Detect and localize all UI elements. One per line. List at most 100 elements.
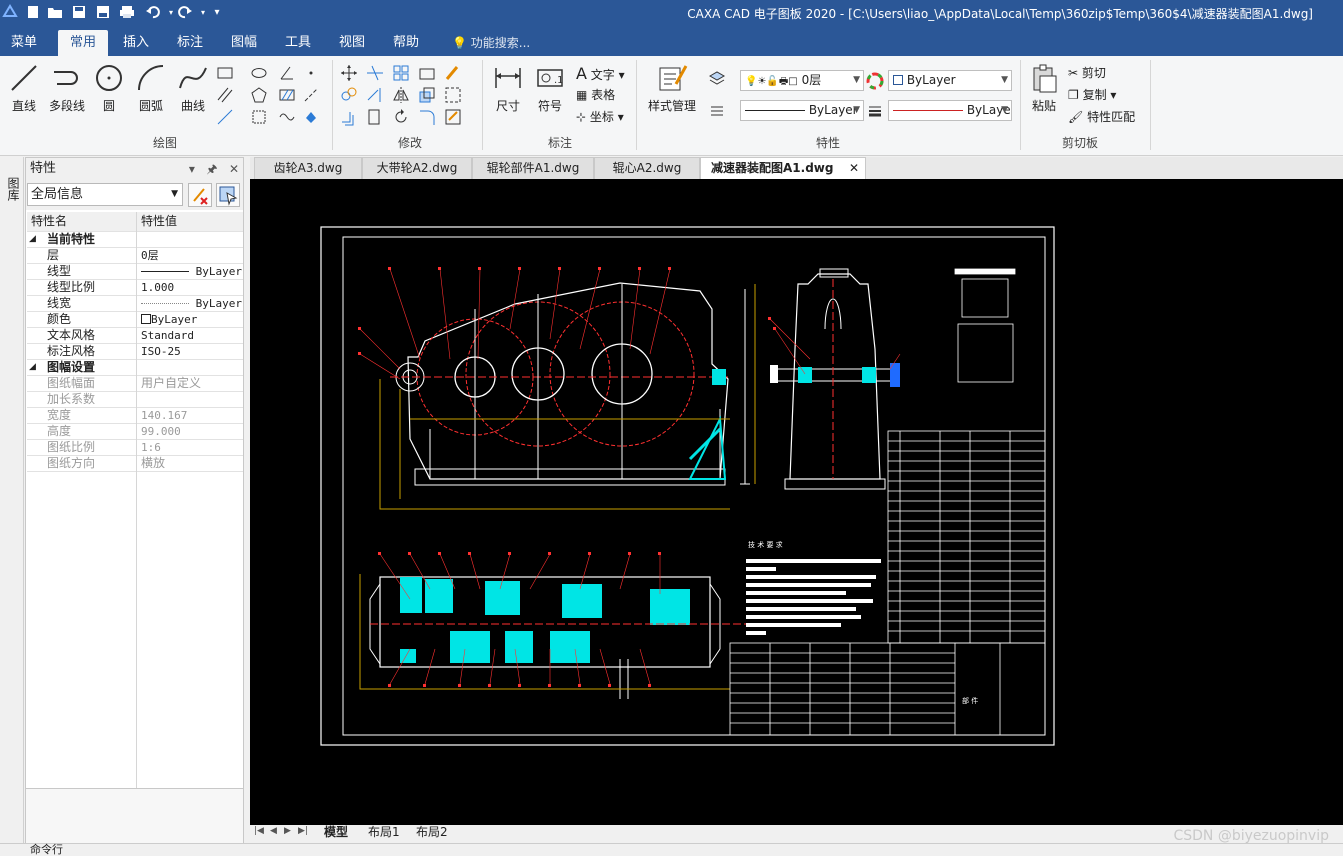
edit-block-icon[interactable]	[444, 108, 462, 126]
fillet-icon[interactable]	[418, 108, 436, 126]
collapse-icon[interactable]: ◢	[29, 232, 36, 247]
close-tab-icon[interactable]: ✕	[849, 158, 859, 179]
mirror-icon[interactable]	[392, 86, 410, 104]
close-icon[interactable]: ✕	[229, 162, 239, 176]
brush-icon[interactable]	[444, 64, 462, 82]
scale-icon[interactable]	[418, 86, 436, 104]
explode-icon[interactable]	[444, 86, 462, 104]
tab-tools[interactable]: 工具	[276, 30, 320, 56]
tab-annotate[interactable]: 标注	[168, 30, 212, 56]
tab-help[interactable]: 帮助	[384, 30, 428, 56]
curve-button[interactable]: 曲线	[174, 62, 212, 114]
pin-icon[interactable]: 🖈	[206, 162, 217, 176]
table-button[interactable]: ▦ 表格	[576, 86, 615, 103]
dimension-button[interactable]: 尺寸	[490, 62, 526, 114]
lineweight-combo[interactable]: ByLayer ▼	[888, 100, 1012, 121]
erase-icon[interactable]	[366, 108, 384, 126]
print-icon[interactable]	[118, 3, 136, 21]
tab-sheet[interactable]: 图幅	[222, 30, 266, 56]
rotate-icon[interactable]	[392, 108, 410, 126]
polyline-button[interactable]: 多段线	[46, 62, 88, 114]
prop-row-linetype-scale[interactable]: 线型比例 1.000	[27, 280, 243, 296]
group-sheet-settings[interactable]: ◢ 图幅设置	[27, 360, 243, 376]
polygon-icon[interactable]	[250, 86, 268, 104]
color-combo[interactable]: ByLayer ▼	[888, 70, 1012, 91]
layout-tab-1[interactable]: 布局1	[368, 825, 400, 841]
array-icon[interactable]	[392, 64, 410, 82]
symbol-button[interactable]: .1 符号	[532, 62, 568, 114]
angle-line-icon[interactable]	[278, 64, 296, 82]
drawing-canvas[interactable]: 技 术 要 求 部 件	[250, 179, 1343, 825]
customize-icon[interactable]: ▾	[208, 3, 226, 21]
prop-row-linetype[interactable]: 线型 ByLayer	[27, 264, 243, 280]
tab-insert[interactable]: 插入	[114, 30, 158, 56]
arc-button[interactable]: 圆弧	[132, 62, 170, 114]
layer-combo[interactable]: 💡☀🔓🖶□ 0层 ▼	[740, 70, 864, 91]
quick-select-button[interactable]	[188, 183, 212, 207]
function-search[interactable]: 💡 功能搜索...	[452, 30, 530, 56]
tab-common[interactable]: 常用	[58, 30, 108, 56]
offset-icon[interactable]	[340, 108, 358, 126]
linetype-combo[interactable]: ByLayer ▼	[740, 100, 864, 121]
prop-row-layer[interactable]: 层 0层	[27, 248, 243, 264]
ellipse-icon[interactable]	[250, 64, 268, 82]
lineweight-icon[interactable]	[866, 102, 884, 120]
group-current-properties[interactable]: ◢ 当前特性	[27, 232, 243, 248]
save-icon[interactable]	[70, 3, 88, 21]
doc-tab[interactable]: 齿轮A3.dwg	[254, 157, 362, 179]
move-icon[interactable]	[340, 64, 358, 82]
centerline-icon[interactable]	[302, 86, 320, 104]
wave-line-icon[interactable]	[278, 108, 296, 126]
layer-manager-icon[interactable]	[708, 70, 726, 88]
prop-row-dim-style[interactable]: 标注风格 ISO-25	[27, 344, 243, 360]
match-properties-button[interactable]: 🖌 特性匹配	[1068, 108, 1135, 125]
undo-icon[interactable]	[144, 3, 162, 21]
panel-menu-icon[interactable]: ▾	[189, 162, 195, 176]
prop-row-text-style[interactable]: 文本风格 Standard	[27, 328, 243, 344]
trim-icon[interactable]	[366, 64, 384, 82]
hatch-icon[interactable]	[278, 86, 296, 104]
redo-icon[interactable]	[176, 3, 194, 21]
doc-tab[interactable]: 辊心A2.dwg	[594, 157, 700, 179]
last-tab-icon[interactable]: ▶|	[298, 826, 308, 836]
fill-icon[interactable]	[302, 108, 320, 126]
command-line[interactable]: 命令行	[0, 843, 1343, 856]
rectangle-icon[interactable]	[216, 64, 234, 82]
save-as-icon[interactable]	[94, 3, 112, 21]
stretch-icon[interactable]	[418, 64, 436, 82]
parallel-line-icon[interactable]	[216, 86, 234, 104]
tab-view[interactable]: 视图	[330, 30, 374, 56]
tab-menu[interactable]: 菜单	[4, 30, 44, 56]
doc-tab-active[interactable]: 减速器装配图A1.dwg ✕	[700, 157, 866, 179]
layout-tab-model[interactable]: 模型	[324, 825, 348, 841]
prev-tab-icon[interactable]: ◀	[270, 826, 277, 836]
circle-button[interactable]: 圆	[92, 62, 126, 114]
color-wheel-icon[interactable]	[866, 72, 884, 90]
collapse-icon[interactable]: ◢	[29, 360, 36, 375]
select-objects-button[interactable]	[216, 183, 240, 207]
text-button[interactable]: A 文字 ▾	[576, 64, 625, 83]
new-icon[interactable]	[24, 3, 42, 21]
point-icon[interactable]	[302, 64, 320, 82]
linetype-manager-icon[interactable]	[708, 102, 726, 120]
paste-button[interactable]: 粘贴	[1026, 62, 1062, 114]
layout-tab-2[interactable]: 布局2	[416, 825, 448, 841]
line-button[interactable]: 直线	[6, 62, 42, 114]
construction-line-icon[interactable]	[216, 108, 234, 126]
library-side-tab[interactable]: 图库	[0, 157, 24, 847]
prop-row-color[interactable]: 颜色 ByLayer	[27, 312, 243, 328]
doc-tab[interactable]: 辊轮部件A1.dwg	[472, 157, 594, 179]
open-icon[interactable]	[46, 3, 64, 21]
copy-button[interactable]: ❐ 复制 ▾	[1068, 86, 1116, 103]
object-selector[interactable]: 全局信息 ▼	[27, 183, 183, 206]
coordinate-button[interactable]: ⊹ 坐标 ▾	[576, 108, 624, 125]
first-tab-icon[interactable]: |◀	[254, 826, 264, 836]
copy-object-icon[interactable]	[340, 86, 358, 104]
extend-icon[interactable]	[366, 86, 384, 104]
cut-button[interactable]: ✂ 剪切	[1068, 64, 1106, 81]
block-icon[interactable]	[250, 108, 268, 126]
prop-row-lineweight[interactable]: 线宽 ByLayer	[27, 296, 243, 312]
doc-tab[interactable]: 大带轮A2.dwg	[362, 157, 472, 179]
next-tab-icon[interactable]: ▶	[284, 826, 291, 836]
style-manager-button[interactable]: 样式管理	[644, 62, 700, 114]
